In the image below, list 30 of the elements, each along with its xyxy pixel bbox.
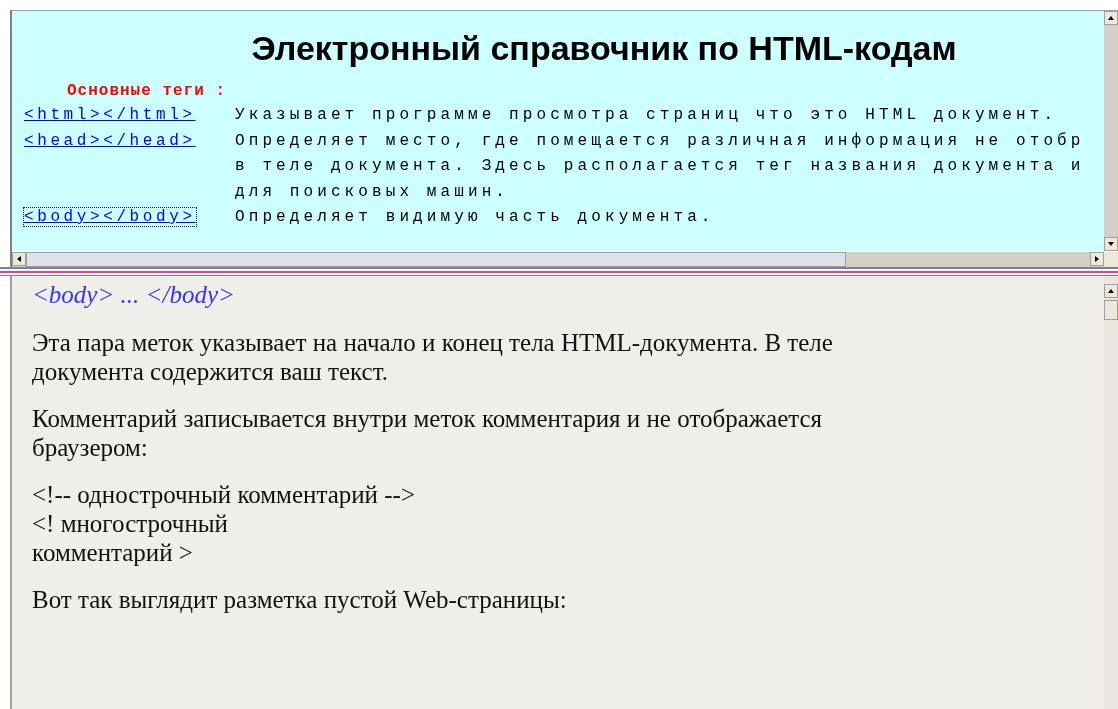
body-text: браузером: — [32, 433, 149, 462]
scrollbar-thumb[interactable] — [1104, 300, 1118, 320]
tag-link[interactable]: <body></body> — [24, 208, 196, 226]
body-text: <! многострочный — [32, 509, 229, 538]
body-text: документа содержится ваш текст. — [32, 357, 389, 386]
tag-description: Указывает программе просмотра страниц что это HTML документ. — [235, 105, 1058, 126]
tag-description: для поисковых машин. — [235, 181, 511, 203]
body-text: Вот так выглядит разметка пустой Web-страницы: — [32, 585, 568, 614]
vertical-scrollbar[interactable] — [1104, 11, 1118, 251]
body-text: комментарий > — [32, 538, 194, 567]
scroll-down-icon[interactable] — [1104, 237, 1118, 251]
tag-description: Определяет видимую часть документа. — [235, 207, 715, 228]
tag-description: Определяет место, где помещается различная информация не отобр — [235, 130, 1085, 152]
page-title: Электронный справочник по HTML-кодам — [250, 28, 958, 69]
vertical-scrollbar[interactable] — [1104, 276, 1118, 709]
tag-link[interactable]: <html></html> — [24, 106, 196, 124]
body-text: Эта пара меток указывает на начало и конец тела HTML-документа. В теле — [32, 328, 834, 357]
section-label: Основные теги : — [67, 81, 228, 102]
scroll-up-icon[interactable] — [1104, 284, 1118, 298]
scroll-right-icon[interactable] — [1090, 252, 1104, 266]
tag-description: в теле документа. Здесь располагается тег названия документа и — [235, 156, 1085, 177]
scrollbar-thumb[interactable] — [26, 252, 846, 267]
scroll-up-icon[interactable] — [1104, 11, 1118, 25]
tag-link[interactable]: <head></head> — [24, 131, 196, 150]
scroll-left-icon[interactable] — [12, 252, 26, 266]
section-heading: <body> ... </body> — [32, 280, 236, 310]
horizontal-scrollbar[interactable] — [12, 251, 1118, 267]
scrollbar-corner — [1104, 252, 1118, 267]
body-text: <!-- однострочный комментарий --> — [32, 480, 416, 509]
body-text: Комментарий записывается внутри меток комментария и не отображается — [32, 404, 824, 433]
